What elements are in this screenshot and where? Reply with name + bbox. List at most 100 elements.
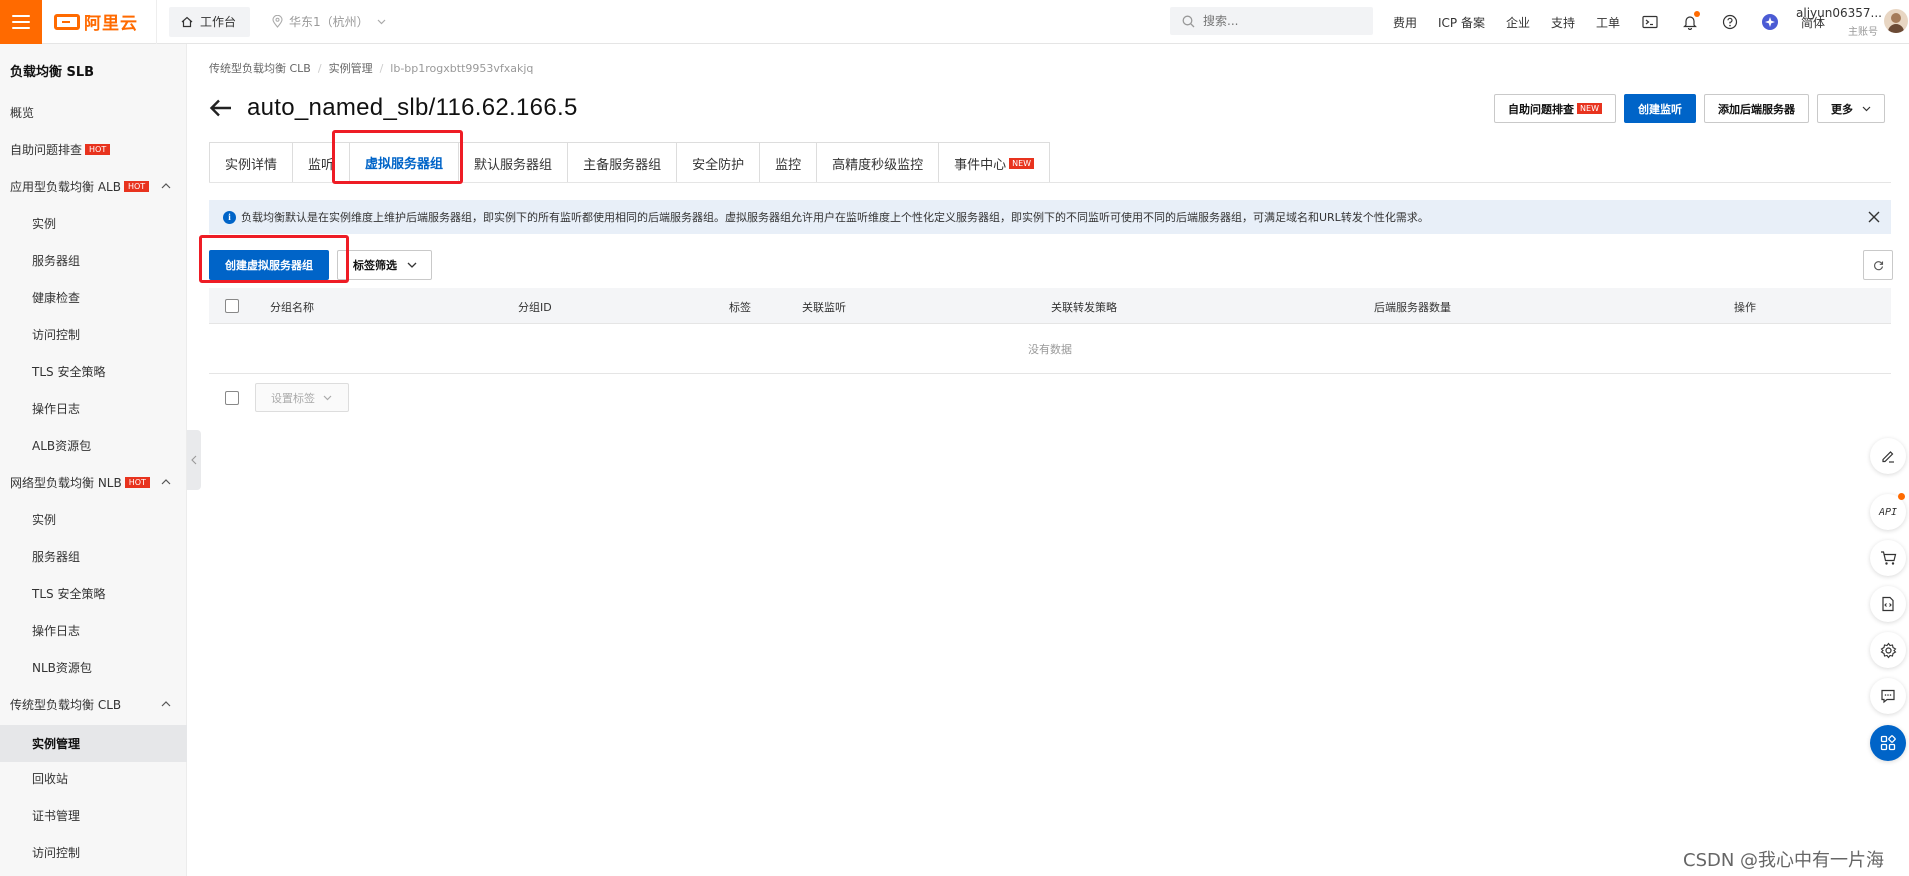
- sidebar-item-nlb-server-group[interactable]: 服务器组: [0, 540, 187, 572]
- region-selector[interactable]: 华东1（杭州）: [272, 13, 386, 30]
- tab-label: 默认服务器组: [474, 157, 553, 173]
- page-title: auto_named_slb/116.62.166.5: [247, 94, 578, 121]
- watermark: CSDN @我心中有一片海: [1683, 850, 1885, 871]
- tag-filter-dropdown[interactable]: 标签筛选: [337, 250, 432, 280]
- user-menu[interactable]: aliyun06357... 主账号: [1796, 6, 1882, 38]
- bell-icon[interactable]: [1681, 11, 1701, 31]
- sidebar-collapse-handle[interactable]: [187, 430, 201, 490]
- tab-primary-backup-group[interactable]: 主备服务器组: [568, 143, 678, 183]
- tab-default-server-group[interactable]: 默认服务器组: [459, 143, 569, 183]
- header-actions: 自助问题排查 NEW 创建监听 添加后端服务器 更多: [1486, 94, 1885, 123]
- assistant-icon[interactable]: [1761, 13, 1779, 31]
- chevron-down-icon: [323, 395, 332, 401]
- tab-hp-monitoring[interactable]: 高精度秒级监控: [817, 143, 940, 183]
- sidebar-item-label: 传统型负载均衡 CLB: [10, 697, 122, 712]
- menu-icon[interactable]: [0, 0, 42, 44]
- sidebar-item-alb-oplog[interactable]: 操作日志: [0, 392, 187, 424]
- tag-filter-label: 标签筛选: [353, 259, 397, 272]
- sidebar-item-recycle-bin[interactable]: 回收站: [0, 762, 187, 794]
- edit-icon[interactable]: [1870, 438, 1906, 474]
- breadcrumb: 传统型负载均衡 CLB / 实例管理 / lb-bp1rogxbtt9953vf…: [209, 60, 533, 76]
- tab-label: 高精度秒级监控: [832, 157, 924, 173]
- table-footer: 设置标签: [209, 383, 709, 413]
- global-search[interactable]: [1170, 7, 1373, 35]
- sidebar-item-label: 访问控制: [32, 845, 81, 860]
- tab-security[interactable]: 安全防护: [677, 143, 761, 183]
- tab-listeners[interactable]: 监听: [293, 143, 351, 183]
- sidebar-item-nlb-oplog[interactable]: 操作日志: [0, 614, 187, 646]
- tab-monitoring[interactable]: 监控: [760, 143, 818, 183]
- ticket-link[interactable]: 工单: [1596, 14, 1620, 31]
- apps-grid-icon[interactable]: [1870, 725, 1906, 761]
- cart-icon[interactable]: [1870, 540, 1906, 576]
- code-file-icon[interactable]: [1870, 586, 1906, 622]
- back-arrow-icon[interactable]: [209, 98, 233, 118]
- breadcrumb-item[interactable]: 传统型负载均衡 CLB: [209, 60, 311, 76]
- close-icon[interactable]: [1867, 210, 1881, 224]
- select-all-footer-checkbox[interactable]: [225, 391, 239, 405]
- tab-instance-details[interactable]: 实例详情: [210, 143, 294, 183]
- self-check-button[interactable]: 自助问题排查 NEW: [1494, 94, 1616, 123]
- sidebar-item-alb-acl[interactable]: 访问控制: [0, 318, 187, 350]
- sidebar-item-label: 健康检查: [32, 290, 81, 305]
- breadcrumb-item[interactable]: 实例管理: [329, 60, 373, 76]
- sidebar-item-overview[interactable]: 概览: [0, 96, 187, 128]
- api-icon[interactable]: API: [1870, 493, 1906, 530]
- tab-label: 监听: [308, 157, 335, 173]
- logo-text: 阿里云: [84, 14, 138, 34]
- sidebar-item-alb-tls[interactable]: TLS 安全策略: [0, 355, 187, 387]
- aliyun-logo[interactable]: 阿里云: [42, 0, 157, 44]
- set-tag-dropdown[interactable]: 设置标签: [255, 383, 349, 412]
- notification-dot: [1694, 11, 1701, 17]
- tab-event-center[interactable]: 事件中心 NEW: [939, 143, 1050, 183]
- add-backend-button[interactable]: 添加后端服务器: [1704, 94, 1809, 123]
- feedback-icon[interactable]: [1870, 678, 1906, 714]
- notice-text: 负载均衡默认是在实例维度上维护后端服务器组，即实例下的所有监听都使用相同的后端服…: [241, 211, 1429, 224]
- breadcrumb-current: lb-bp1rogxbtt9953vfxakjq: [390, 61, 534, 75]
- table-header: 分组名称 分组ID 标签 关联监听 关联转发策略 后端服务器数量 操作: [209, 288, 1891, 324]
- sidebar-group-alb[interactable]: 应用型负载均衡 ALB HOT: [0, 170, 187, 202]
- sidebar-item-alb-instance[interactable]: 实例: [0, 207, 187, 239]
- gear-icon[interactable]: [1870, 632, 1906, 668]
- create-virtual-server-group-button[interactable]: 创建虚拟服务器组: [209, 250, 329, 280]
- more-dropdown[interactable]: 更多: [1817, 94, 1885, 123]
- sidebar-item-label: 概览: [10, 105, 35, 120]
- support-link[interactable]: 支持: [1551, 14, 1575, 31]
- new-badge: NEW: [1009, 157, 1035, 169]
- sidebar-item-alb-server-group[interactable]: 服务器组: [0, 244, 187, 276]
- workbench-button[interactable]: 工作台: [169, 6, 251, 37]
- sidebar-item-health-check[interactable]: 健康检查: [0, 281, 187, 313]
- create-listener-button[interactable]: 创建监听: [1624, 94, 1696, 123]
- select-all-checkbox[interactable]: [225, 299, 239, 313]
- column-header: 关联监听: [802, 301, 846, 314]
- sidebar-item-certificates[interactable]: 证书管理: [0, 799, 187, 831]
- sidebar-group-clb[interactable]: 传统型负载均衡 CLB: [0, 688, 187, 720]
- terminal-icon[interactable]: [1641, 13, 1659, 31]
- enterprise-link[interactable]: 企业: [1506, 14, 1530, 31]
- sidebar-item-clb-acl[interactable]: 访问控制: [0, 836, 187, 868]
- create-vgroup-label: 创建虚拟服务器组: [225, 259, 313, 272]
- set-tag-label: 设置标签: [271, 391, 315, 405]
- chevron-down-icon: [1862, 106, 1871, 112]
- sidebar-item-alb-package[interactable]: ALB资源包: [0, 429, 187, 461]
- help-icon[interactable]: [1721, 13, 1739, 31]
- sidebar-item-label: NLB资源包: [32, 660, 92, 675]
- sidebar-item-label: 网络型负载均衡 NLB: [10, 475, 122, 490]
- sidebar-item-label: TLS 安全策略: [32, 586, 106, 601]
- sidebar-item-nlb-instance[interactable]: 实例: [0, 503, 187, 535]
- search-input[interactable]: [1203, 14, 1363, 28]
- search-icon: [1182, 15, 1195, 27]
- sidebar-item-instance-management[interactable]: 实例管理: [0, 725, 187, 762]
- sidebar-item-nlb-package[interactable]: NLB资源包: [0, 651, 187, 683]
- icp-link[interactable]: ICP 备案: [1438, 14, 1485, 31]
- refresh-button[interactable]: [1863, 250, 1893, 280]
- tab-virtual-server-groups[interactable]: 虚拟服务器组: [350, 143, 460, 183]
- top-links: 费用 ICP 备案 企业 支持 工单 简体: [1393, 0, 1846, 44]
- sidebar-item-self-check[interactable]: 自助问题排查 HOT: [0, 133, 187, 165]
- sidebar-group-nlb[interactable]: 网络型负载均衡 NLB HOT: [0, 466, 187, 498]
- sidebar-item-nlb-tls[interactable]: TLS 安全策略: [0, 577, 187, 609]
- self-check-label: 自助问题排查: [1508, 102, 1575, 116]
- avatar[interactable]: [1884, 9, 1908, 33]
- billing-link[interactable]: 费用: [1393, 14, 1417, 31]
- page-header: auto_named_slb/116.62.166.5: [209, 94, 578, 122]
